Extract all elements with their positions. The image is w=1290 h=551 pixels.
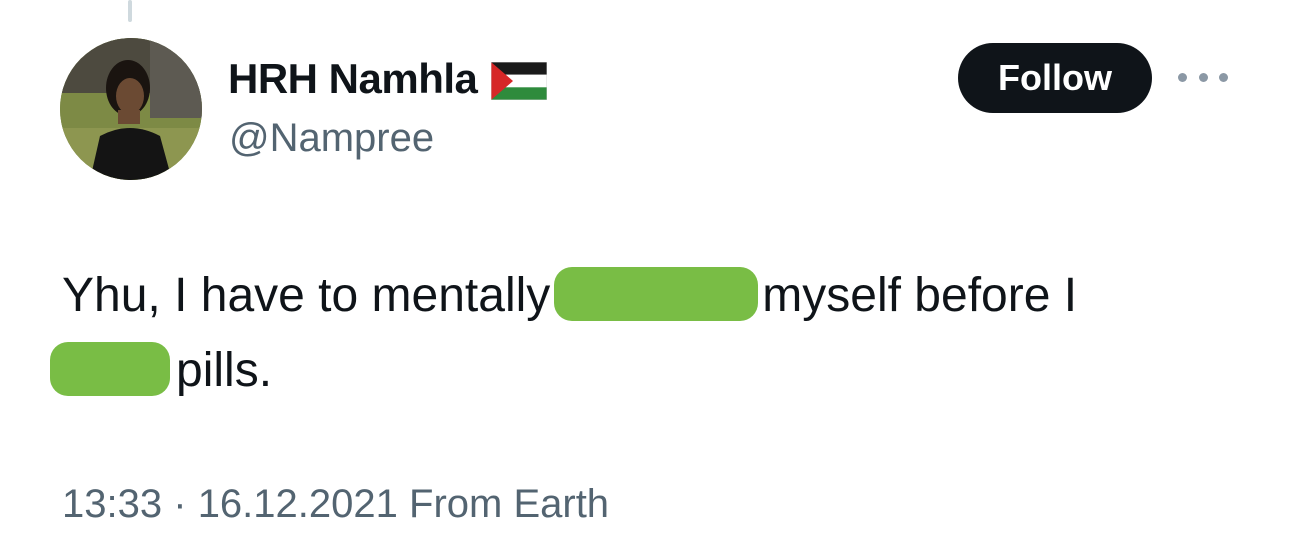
more-dot <box>1198 72 1208 82</box>
palestine-flag-icon <box>491 62 548 100</box>
tweet-text-part3: pills. <box>176 344 273 397</box>
tweet-time[interactable]: 13:33 <box>62 482 162 526</box>
author-handle[interactable]: @Nampree <box>229 116 434 161</box>
more-dot <box>1219 72 1228 82</box>
tweet-text-part2: myself before I <box>762 269 1078 322</box>
meta-separator: · <box>173 482 187 526</box>
tweet-text-part1: Yhu, I have to mentally <box>62 269 551 322</box>
tweet-source: From Earth <box>409 482 610 526</box>
tweet-metadata: 13:33 · 16.12.2021 From Earth <box>62 482 609 527</box>
redaction-block <box>50 342 170 397</box>
tweet-date[interactable]: 16.12.2021 <box>198 482 398 526</box>
author-name-row: HRH Namhla <box>228 54 548 104</box>
follow-button[interactable]: Follow <box>958 43 1152 113</box>
avatar-image <box>60 38 202 180</box>
avatar[interactable] <box>60 38 202 180</box>
author-display-name[interactable]: HRH Namhla <box>228 55 478 103</box>
thread-connector-line <box>128 0 132 22</box>
more-dot <box>1178 72 1187 82</box>
more-options-icon[interactable] <box>1178 62 1228 92</box>
tweet-text: Yhu, I have to mentally myself before I p… <box>50 258 1242 408</box>
redaction-block <box>554 267 759 322</box>
